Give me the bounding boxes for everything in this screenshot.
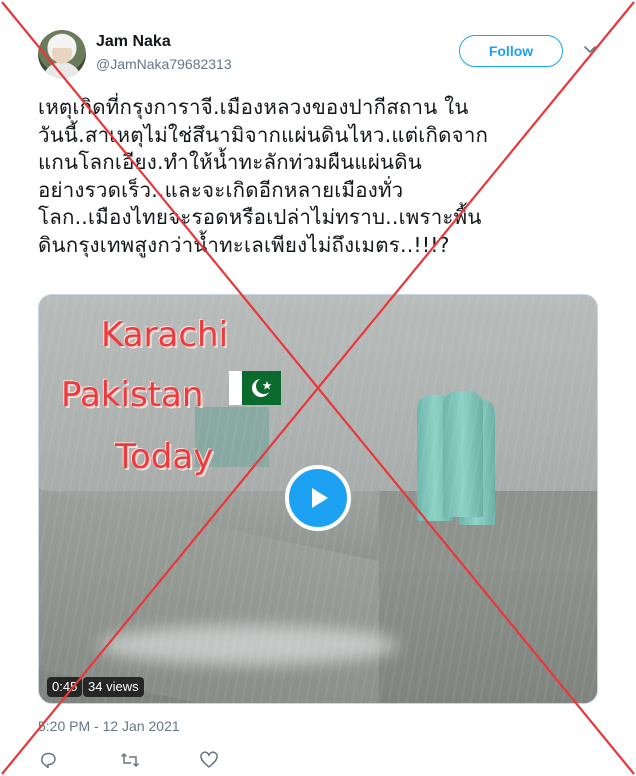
display-name[interactable]: Jam Naka bbox=[96, 33, 171, 51]
video-overlay-line: Today bbox=[115, 437, 214, 477]
play-icon bbox=[312, 488, 328, 508]
video-views: 34 views bbox=[83, 677, 144, 697]
tweet-text: เหตุเกิดที่กรุงการาจี.เมืองหลวงของปากีสถ… bbox=[38, 95, 489, 257]
video-duration: 0:45 bbox=[47, 677, 83, 697]
play-button[interactable] bbox=[285, 465, 351, 531]
chevron-down-icon[interactable] bbox=[583, 45, 597, 55]
tweet-card: Jam Naka @JamNaka79682313 Follow เหตุเกิ… bbox=[0, 0, 636, 776]
video-overlay-line: Karachi bbox=[101, 315, 229, 355]
follow-button[interactable]: Follow bbox=[459, 35, 563, 67]
reply-icon[interactable] bbox=[38, 750, 58, 770]
heart-icon[interactable] bbox=[199, 750, 219, 770]
retweet-icon[interactable] bbox=[120, 750, 140, 770]
tweet-timestamp[interactable]: 5:20 PM - 12 Jan 2021 bbox=[38, 718, 180, 734]
video-player[interactable]: Karachi Pakistan Today 0:45 34 views bbox=[38, 294, 598, 704]
video-overlay-line: Pakistan bbox=[61, 375, 204, 415]
avatar[interactable] bbox=[38, 30, 86, 78]
user-handle[interactable]: @JamNaka79682313 bbox=[96, 56, 232, 72]
pakistan-flag-icon bbox=[229, 371, 281, 405]
